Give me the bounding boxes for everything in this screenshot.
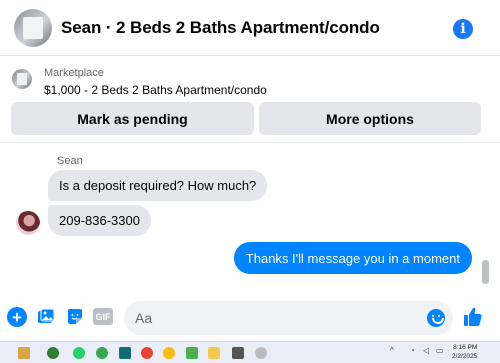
sender-name: Sean bbox=[57, 155, 83, 167]
wifi-icon[interactable]: ◔ bbox=[410, 346, 415, 355]
message-thread: Sean Is a deposit required? How much? 20… bbox=[0, 143, 500, 293]
whatsapp-icon[interactable] bbox=[73, 347, 85, 359]
clock-time: 8:16 PM bbox=[453, 344, 478, 351]
os-taskbar: ^ ◔ ◁ ▭ 8:16 PM 2/2/2025 bbox=[0, 341, 500, 363]
calculator-icon[interactable] bbox=[232, 347, 244, 359]
incoming-message[interactable]: 209-836-3300 bbox=[48, 205, 151, 236]
photo-icon[interactable] bbox=[36, 307, 56, 327]
incoming-message[interactable]: Is a deposit required? How much? bbox=[48, 170, 268, 201]
sticker-icon[interactable] bbox=[65, 307, 85, 327]
app-icon[interactable] bbox=[47, 347, 59, 359]
outgoing-message[interactable]: Thanks I'll message you in a moment bbox=[233, 242, 472, 274]
marketplace-label: Marketplace bbox=[44, 67, 104, 79]
more-options-button[interactable]: More options bbox=[259, 102, 481, 135]
sender-avatar[interactable] bbox=[16, 211, 40, 235]
file-explorer-icon[interactable] bbox=[208, 347, 220, 359]
message-composer: + GIF Aa bbox=[0, 298, 500, 338]
app-icon[interactable] bbox=[18, 347, 30, 359]
volume-icon[interactable]: ◁ bbox=[423, 346, 429, 355]
chrome-icon[interactable] bbox=[96, 347, 108, 359]
plus-icon[interactable]: + bbox=[7, 307, 27, 327]
battery-icon[interactable]: ▭ bbox=[436, 346, 444, 355]
like-icon[interactable] bbox=[462, 306, 484, 328]
message-placeholder: Aa bbox=[135, 310, 153, 326]
taskbar-clock[interactable]: 8:16 PM 2/2/2025 bbox=[452, 343, 477, 361]
scrollbar-thumb[interactable] bbox=[482, 260, 489, 284]
listing-title[interactable]: $1,000 - 2 Beds 2 Baths Apartment/condo bbox=[44, 83, 267, 97]
app-icon[interactable] bbox=[255, 347, 267, 359]
listing-avatar[interactable] bbox=[14, 8, 52, 47]
conversation-title[interactable]: Sean · 2 Beds 2 Baths Apartment/condo bbox=[61, 18, 380, 38]
app-icon[interactable] bbox=[186, 347, 198, 359]
emoji-icon[interactable] bbox=[427, 309, 445, 327]
overflow-chevron-icon[interactable]: ^ bbox=[390, 346, 394, 355]
chrome-icon[interactable] bbox=[141, 347, 153, 359]
chrome-icon[interactable] bbox=[163, 347, 175, 359]
conversation-header: Sean · 2 Beds 2 Baths Apartment/condo i bbox=[0, 0, 500, 56]
marketplace-listing: Marketplace $1,000 - 2 Beds 2 Baths Apar… bbox=[0, 57, 500, 143]
app-icon[interactable] bbox=[119, 347, 131, 359]
listing-thumbnail[interactable] bbox=[12, 69, 32, 89]
message-input[interactable]: Aa bbox=[124, 301, 453, 335]
mark-as-pending-button[interactable]: Mark as pending bbox=[11, 102, 254, 135]
gif-icon[interactable]: GIF bbox=[93, 308, 113, 325]
info-icon[interactable]: i bbox=[453, 19, 473, 39]
clock-date: 2/2/2025 bbox=[452, 353, 478, 360]
